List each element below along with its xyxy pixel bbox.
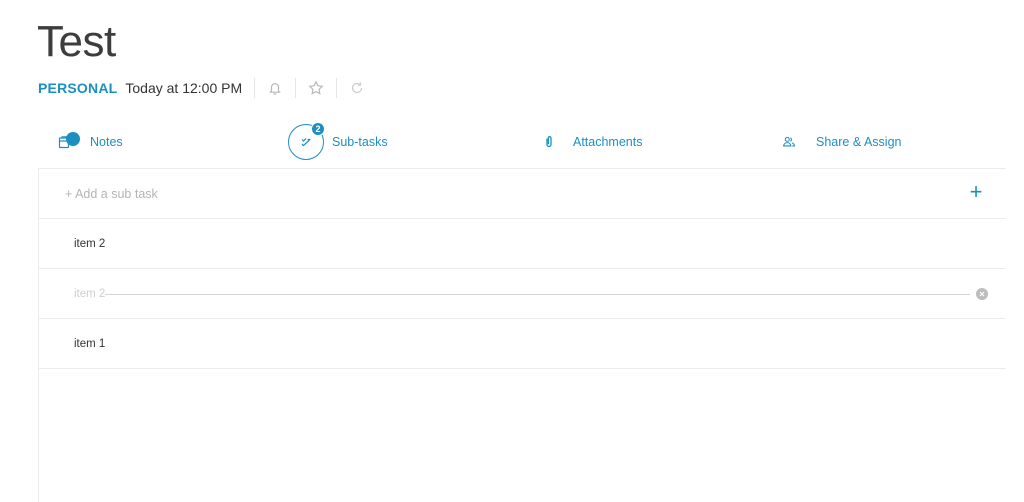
tab-label: Notes	[90, 135, 123, 149]
subtask-text[interactable]: item 2	[74, 288, 105, 300]
subtask-row[interactable]: item 1	[39, 319, 1006, 369]
add-subtask-row[interactable]: + Add a sub task +	[39, 169, 1006, 219]
subtask-text[interactable]: item 2	[74, 238, 105, 250]
subtask-count-badge: 2	[311, 122, 325, 136]
completed-strike-line	[105, 294, 970, 295]
divider	[295, 78, 297, 98]
tab-label: Attachments	[573, 135, 643, 149]
subtask-row[interactable]: item 2	[39, 219, 1006, 269]
task-detail-page: Test PERSONAL Today at 12:00 PM Notes 2 …	[0, 0, 1024, 502]
share-people-icon	[781, 134, 797, 150]
tab-notes[interactable]: Notes	[56, 122, 123, 162]
paperclip-icon	[542, 135, 556, 149]
tab-subtasks[interactable]: 2 Sub-tasks	[288, 122, 388, 162]
task-title[interactable]: Test	[37, 20, 116, 64]
add-subtask-input[interactable]: + Add a sub task	[65, 187, 158, 201]
tab-share-assign[interactable]: Share & Assign	[781, 122, 901, 162]
bell-icon[interactable]	[267, 80, 283, 96]
divider	[336, 78, 338, 98]
subtask-list: + Add a sub task + item 2 item 2 item 1	[38, 168, 1006, 502]
remove-subtask-icon[interactable]	[976, 288, 988, 300]
clipboard-icon	[56, 132, 80, 150]
tab-attachments[interactable]: Attachments	[542, 122, 642, 162]
checklist-icon: 2	[288, 122, 325, 160]
star-icon[interactable]	[308, 80, 324, 96]
notes-indicator-dot	[66, 132, 80, 146]
subtask-text[interactable]: item 1	[74, 338, 105, 350]
divider	[254, 78, 256, 98]
task-tabs: Notes 2 Sub-tasks Attachments Share & As…	[38, 122, 1006, 162]
tab-label: Sub-tasks	[332, 135, 388, 149]
category-label[interactable]: PERSONAL	[38, 80, 117, 96]
repeat-icon[interactable]	[349, 80, 365, 96]
task-meta-row: PERSONAL Today at 12:00 PM	[38, 76, 365, 100]
add-subtask-button[interactable]: +	[966, 181, 986, 203]
due-date[interactable]: Today at 12:00 PM	[125, 80, 242, 96]
tab-label: Share & Assign	[816, 135, 902, 149]
subtask-row-completed[interactable]: item 2	[39, 269, 1006, 319]
